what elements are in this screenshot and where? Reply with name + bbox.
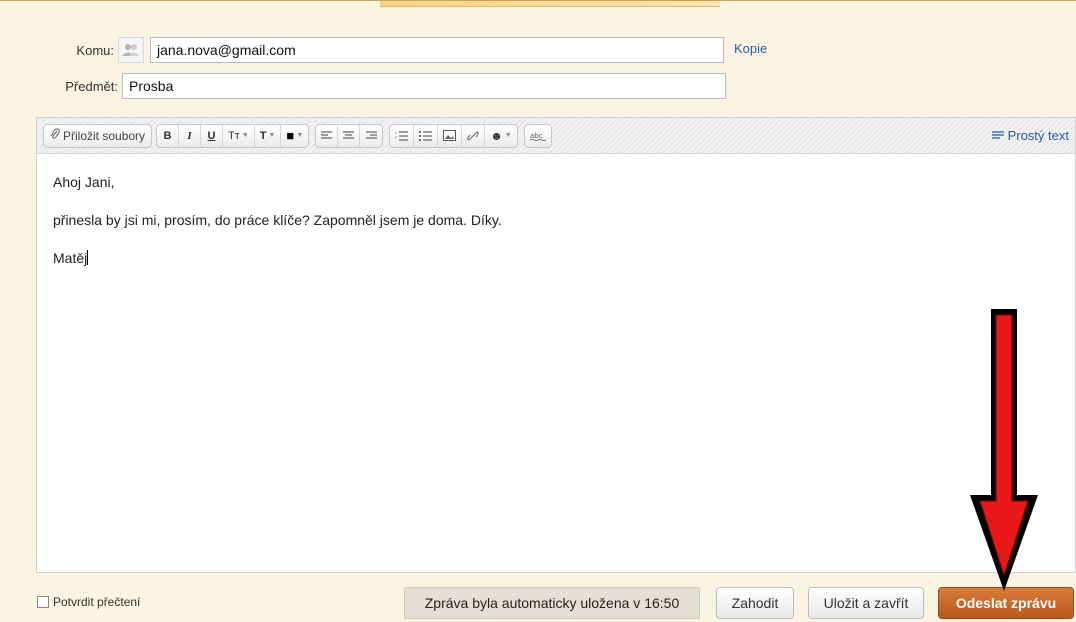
subject-label: Předmět: — [65, 78, 118, 94]
ordered-list-icon: 12 — [395, 131, 409, 140]
italic-icon: I — [187, 129, 192, 142]
underline-button[interactable]: U — [201, 124, 224, 147]
spellcheck-button[interactable]: abc — [525, 125, 551, 147]
subject-value: Prosba — [129, 78, 174, 94]
format-toolbar: Přiložit soubory B I U Tт ▼ T ▼ ■ ▼ 1 2 … — [37, 118, 1075, 154]
discard-button[interactable]: Zahodit — [716, 587, 794, 619]
contacts-icon[interactable] — [118, 37, 144, 63]
svg-text:abc: abc — [530, 132, 543, 140]
font-size-icon: Tт — [228, 129, 240, 142]
text-color-icon: ■ — [286, 128, 295, 143]
spellcheck-group: abc — [523, 123, 552, 148]
emoji-button[interactable]: ☻ ▼ — [485, 125, 517, 147]
align-right-icon — [365, 131, 377, 139]
save-and-close-button[interactable]: Uložit a zavřít — [808, 587, 924, 619]
plain-text-label: Prostý text — [1007, 128, 1069, 143]
font-color-icon: T — [259, 129, 267, 142]
align-right-button[interactable] — [360, 125, 382, 147]
align-left-button[interactable] — [316, 124, 339, 147]
link-icon — [467, 131, 479, 140]
read-receipt-option[interactable]: Potvrdit přečtení — [37, 595, 140, 609]
insert-image-button[interactable] — [438, 124, 463, 147]
message-greeting: Ahoj Jani, — [53, 174, 115, 190]
ordered-list-button[interactable]: 12 — [390, 124, 415, 147]
font-size-button[interactable]: Tт ▼ — [223, 124, 255, 147]
tab-strip-decoration — [380, 1, 720, 7]
emoji-icon: ☻ — [490, 128, 503, 143]
text-style-group: B I U Tт ▼ T ▼ ■ ▼ — [156, 123, 310, 148]
bold-button[interactable]: B — [157, 124, 180, 147]
svg-text:2: 2 — [395, 135, 397, 139]
unordered-list-icon — [419, 130, 433, 141]
annotation-arrow-icon — [970, 309, 1038, 591]
copy-link[interactable]: Kopie — [734, 41, 767, 56]
to-row: Komu: jana.nova@gmail.com — [0, 36, 724, 64]
insert-link-button[interactable] — [462, 124, 486, 147]
attach-files-label: Přiložit soubory — [63, 128, 146, 143]
align-center-icon — [343, 131, 355, 139]
to-field[interactable]: jana.nova@gmail.com — [150, 37, 724, 63]
insert-group: 12 ☻ ▼ — [389, 123, 518, 148]
attach-files-button[interactable]: Přiložit soubory — [43, 123, 153, 148]
text-color-button[interactable]: ■ ▼ — [281, 125, 308, 147]
chevron-down-icon: ▼ — [268, 132, 276, 139]
chevron-down-icon: ▼ — [504, 132, 512, 139]
compose-window: Komu: jana.nova@gmail.com Kopie Předmět:… — [0, 0, 1076, 622]
align-center-button[interactable] — [338, 124, 361, 147]
to-label: Komu: — [76, 42, 114, 58]
paperclip-icon — [50, 128, 60, 143]
italic-button[interactable]: I — [179, 124, 202, 147]
message-paragraph: přinesla by jsi mi, prosím, do práce klí… — [53, 212, 502, 228]
chevron-down-icon: ▼ — [241, 132, 249, 139]
font-color-button[interactable]: T ▼ — [255, 124, 282, 147]
read-receipt-label: Potvrdit přečtení — [53, 595, 141, 609]
image-icon — [443, 130, 457, 141]
plain-text-link[interactable]: Prostý text — [991, 128, 1069, 143]
bold-icon: B — [163, 129, 172, 142]
plain-text-icon — [991, 131, 1004, 139]
to-value: jana.nova@gmail.com — [157, 42, 296, 58]
text-cursor — [87, 250, 89, 265]
footer-bar: Potvrdit přečtení Zpráva byla automatick… — [0, 573, 1076, 622]
subject-row: Předmět: Prosba — [0, 72, 726, 100]
underline-icon: U — [207, 129, 216, 142]
spellcheck-icon: abc — [529, 132, 546, 141]
message-signature: Matěj — [53, 250, 88, 266]
align-group — [315, 123, 384, 148]
editor: Přiložit soubory B I U Tт ▼ T ▼ ■ ▼ 1 2 … — [36, 117, 1076, 573]
align-left-icon — [321, 131, 333, 139]
autosave-status: Zpráva byla automaticky uložena v 16:50 — [404, 587, 700, 619]
subject-field[interactable]: Prosba — [122, 73, 726, 99]
unordered-list-button[interactable] — [414, 124, 439, 147]
chevron-down-icon: ▼ — [296, 132, 304, 139]
message-body[interactable]: Ahoj Jani, přinesla by jsi mi, prosím, d… — [37, 154, 1075, 308]
read-receipt-checkbox[interactable] — [37, 596, 49, 608]
